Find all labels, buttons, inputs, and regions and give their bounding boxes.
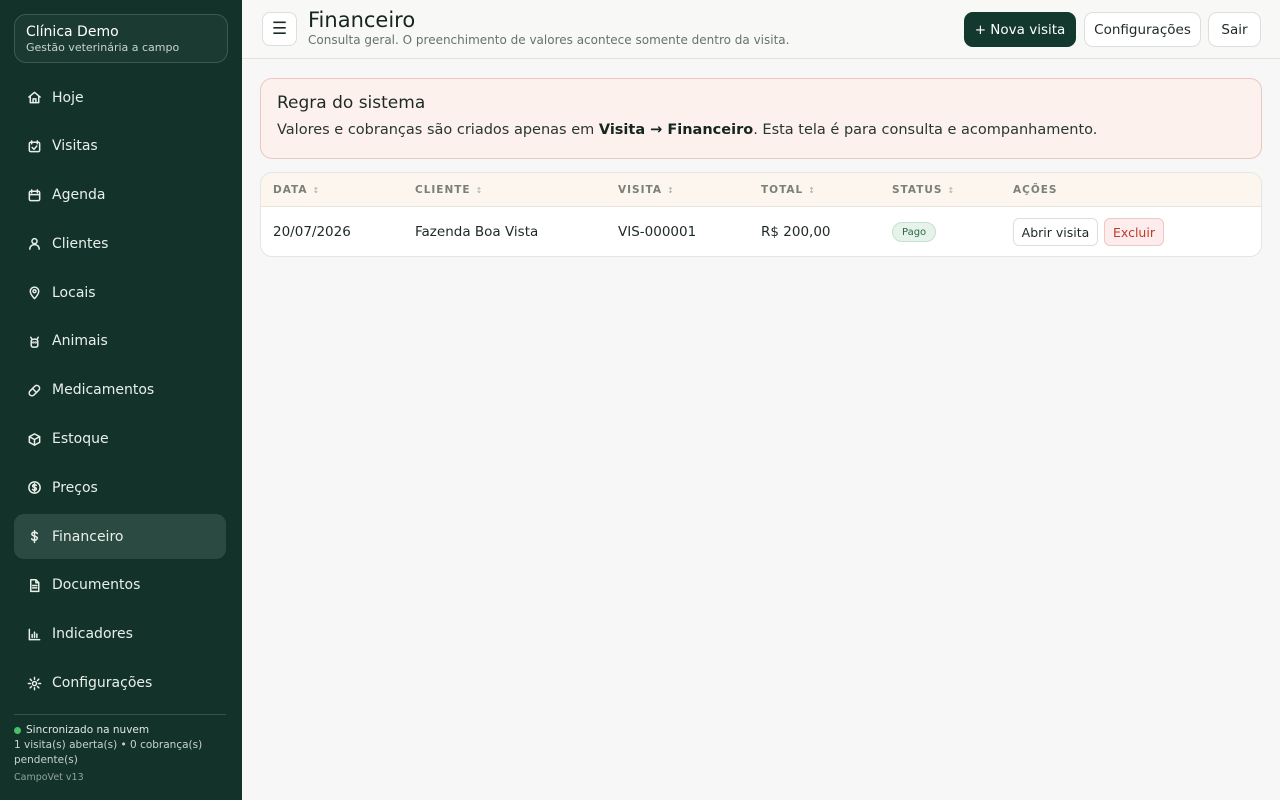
- sidebar-item-animais[interactable]: Animais: [14, 319, 226, 364]
- sidebar-item-hoje[interactable]: Hoje: [14, 75, 226, 120]
- column-header-data[interactable]: DATA ↕: [273, 173, 319, 207]
- calendar-check-icon: [26, 138, 42, 154]
- sidebar-item-documentos[interactable]: Documentos: [14, 563, 226, 608]
- price-icon: [26, 480, 42, 496]
- sidebar-item-financeiro[interactable]: Financeiro: [14, 514, 226, 560]
- cell-client: Fazenda Boa Vista: [415, 224, 539, 240]
- user-icon: [26, 236, 42, 252]
- sidebar-item-visitas[interactable]: Visitas: [14, 124, 226, 169]
- sidebar-item-clientes[interactable]: Clientes: [14, 221, 226, 266]
- sort-icon: ↕: [475, 185, 483, 195]
- settings-button[interactable]: Configurações: [1084, 12, 1201, 47]
- sidebar-item-label: Financeiro: [52, 528, 124, 545]
- column-header-total[interactable]: TOTAL ↕: [761, 173, 815, 207]
- alert-text-after: . Esta tela é para consulta e acompanham…: [753, 122, 1098, 138]
- dollar-icon: [26, 529, 42, 545]
- sidebar-item-label: Documentos: [52, 577, 141, 594]
- cell-actions: Abrir visita Excluir: [1013, 207, 1170, 256]
- gear-icon: [26, 675, 42, 691]
- cell-date: 20/07/2026: [273, 224, 351, 240]
- sidebar-item-estoque[interactable]: Estoque: [14, 417, 226, 462]
- sidebar-item-label: Indicadores: [52, 626, 133, 643]
- sidebar-item-medicamentos[interactable]: Medicamentos: [14, 368, 226, 413]
- sidebar-item-label: Estoque: [52, 431, 109, 448]
- column-header-label: DATA: [273, 184, 308, 196]
- sidebar-item-label: Visitas: [52, 138, 98, 155]
- column-header-label: STATUS: [892, 184, 943, 196]
- cell-total: R$ 200,00: [761, 224, 831, 240]
- alert-text-before: Valores e cobranças são criados apenas e…: [277, 122, 599, 138]
- alert-title: Regra do sistema: [277, 93, 426, 113]
- status-badge: Pago: [892, 222, 937, 242]
- alert-text: Valores e cobranças são criados apenas e…: [277, 120, 1245, 140]
- sort-icon: ↕: [947, 185, 955, 195]
- sync-status-panel: Sincronizado na nuvem 1 visita(s) aberta…: [14, 723, 228, 785]
- column-header-status[interactable]: STATUS ↕: [892, 173, 954, 207]
- sort-icon: ↕: [808, 185, 815, 195]
- cell-visit-id: VIS-000001: [618, 224, 697, 240]
- pill-icon: [26, 382, 42, 398]
- sidebar-item-precos[interactable]: Preços: [14, 465, 226, 510]
- calendar-icon: [26, 187, 42, 203]
- sidebar-item-label: Hoje: [52, 89, 84, 106]
- page-header: ☰ Financeiro Consulta geral. O preenchim…: [242, 0, 1280, 59]
- cell-status: Pago: [892, 207, 937, 256]
- column-header-label: VISITA: [618, 184, 662, 196]
- menu-toggle-button[interactable]: ☰: [262, 12, 297, 46]
- column-header-label: TOTAL: [761, 184, 804, 196]
- sidebar-nav: Hoje Visitas Agenda Clientes Locais Anim…: [14, 75, 226, 709]
- clinic-tagline: Gestão veterinária a campo: [26, 41, 180, 54]
- sidebar: Clínica Demo Gestão veterinária a campo …: [0, 0, 242, 800]
- sidebar-item-label: Clientes: [52, 235, 109, 252]
- sync-status-text: Sincronizado na nuvem: [26, 724, 150, 736]
- sort-icon: ↕: [666, 185, 674, 195]
- document-icon: [26, 577, 42, 593]
- clinic-brand[interactable]: Clínica Demo Gestão veterinária a campo: [14, 14, 228, 63]
- column-header-cliente[interactable]: CLIENTE ↕: [415, 173, 482, 207]
- logout-button[interactable]: Sair: [1208, 12, 1261, 47]
- sync-status: Sincronizado na nuvem: [14, 723, 228, 738]
- clinic-name: Clínica Demo: [26, 24, 119, 40]
- sidebar-item-label: Configurações: [52, 675, 153, 692]
- sidebar-item-label: Medicamentos: [52, 382, 155, 399]
- delete-button[interactable]: Excluir: [1104, 218, 1164, 246]
- sidebar-item-agenda[interactable]: Agenda: [14, 173, 226, 218]
- box-icon: [26, 431, 42, 447]
- new-visit-button[interactable]: + Nova visita: [964, 12, 1076, 47]
- home-icon: [26, 90, 42, 106]
- sidebar-item-configuracoes[interactable]: Configurações: [14, 661, 226, 706]
- alert-text-highlight: Visita → Financeiro: [598, 122, 754, 138]
- page-subtitle: Consulta geral. O preenchimento de valor…: [308, 33, 790, 47]
- sidebar-item-label: Agenda: [52, 187, 106, 204]
- bar-chart-icon: [26, 626, 42, 642]
- column-header-visita[interactable]: VISITA ↕: [618, 173, 674, 207]
- system-rule-alert: Regra do sistema Valores e cobranças são…: [260, 78, 1262, 159]
- map-pin-icon: [26, 285, 42, 301]
- table-header: DATA ↕ CLIENTE ↕ VISITA ↕ TOTAL ↕ STATUS ↕ AÇ…: [261, 173, 1261, 207]
- app-version: CampoVet v13: [14, 772, 84, 783]
- column-header-label: AÇÕES: [1013, 184, 1058, 196]
- sidebar-item-indicadores[interactable]: Indicadores: [14, 612, 226, 657]
- sort-icon: ↕: [312, 185, 320, 195]
- open-visit-button[interactable]: Abrir visita: [1013, 218, 1098, 246]
- column-header-label: CLIENTE: [415, 184, 471, 196]
- sidebar-divider: [14, 714, 226, 715]
- sidebar-item-label: Preços: [52, 479, 98, 496]
- page-title: Financeiro: [308, 8, 416, 32]
- financial-table: DATA ↕ CLIENTE ↕ VISITA ↕ TOTAL ↕ STATUS ↕ AÇ…: [260, 172, 1262, 257]
- table-row: 20/07/2026 Fazenda Boa Vista VIS-000001 …: [261, 207, 1261, 256]
- column-header-acoes: AÇÕES: [1013, 173, 1058, 207]
- hamburger-icon: ☰: [271, 19, 288, 39]
- sidebar-item-locais[interactable]: Locais: [14, 270, 226, 315]
- sync-indicator-icon: [14, 727, 21, 734]
- animal-icon: [26, 333, 42, 349]
- sync-summary: 1 visita(s) aberta(s) • 0 cobrança(s) pe…: [14, 739, 203, 766]
- sidebar-item-label: Animais: [52, 333, 108, 350]
- sidebar-item-label: Locais: [52, 284, 96, 301]
